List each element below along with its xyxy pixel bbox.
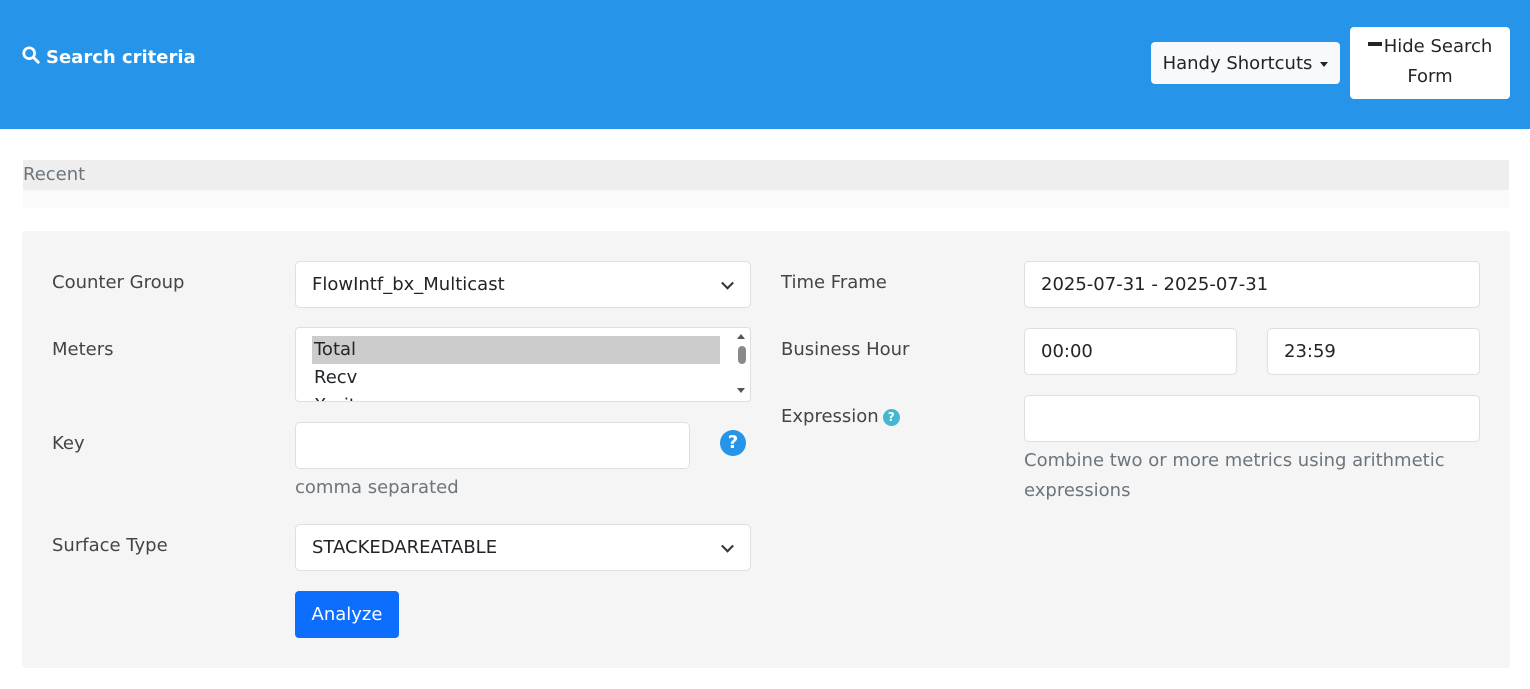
meters-multiselect[interactable]: Total Recv Xmit xyxy=(295,327,751,402)
hide-search-form-button[interactable]: Hide Search Form xyxy=(1350,27,1510,99)
surface-type-value: STACKEDAREATABLE xyxy=(312,537,498,558)
key-hint: comma separated xyxy=(295,477,459,498)
chevron-down-icon xyxy=(721,539,734,553)
minus-icon xyxy=(1367,42,1382,46)
time-frame-value: 2025-07-31 - 2025-07-31 xyxy=(1041,274,1269,295)
analyze-button[interactable]: Analyze xyxy=(295,591,399,638)
surface-type-label: Surface Type xyxy=(52,535,168,556)
key-input[interactable] xyxy=(295,422,690,469)
counter-group-label: Counter Group xyxy=(52,272,185,293)
counter-group-select[interactable]: FlowIntf_bx_Multicast xyxy=(295,261,751,308)
expression-label-row: Expression? xyxy=(781,406,900,427)
meters-option-total[interactable]: Total xyxy=(312,336,720,364)
business-hour-start-value: 00:00 xyxy=(1041,341,1093,362)
key-label: Key xyxy=(52,433,85,454)
business-hour-start-input[interactable]: 00:00 xyxy=(1024,328,1237,375)
surface-type-select[interactable]: STACKEDAREATABLE xyxy=(295,524,751,571)
expression-label: Expression xyxy=(781,406,879,427)
business-hour-end-value: 23:59 xyxy=(1284,341,1336,362)
recent-bar: Recent xyxy=(23,160,1509,190)
question-circle-icon[interactable]: ? xyxy=(882,409,900,426)
search-icon xyxy=(22,46,40,69)
hide-search-form-label: Hide Search Form xyxy=(1383,36,1493,87)
meters-option-recv[interactable]: Recv xyxy=(312,364,720,392)
expression-input[interactable] xyxy=(1024,395,1480,442)
header-bar: Search criteria Handy Shortcuts Hide Sea… xyxy=(0,0,1530,129)
chevron-down-icon xyxy=(721,276,734,290)
search-criteria-title: Search criteria xyxy=(22,46,196,69)
business-hour-end-input[interactable]: 23:59 xyxy=(1267,328,1480,375)
scrollbar-thumb[interactable] xyxy=(738,346,746,364)
recent-list xyxy=(23,190,1509,208)
scroll-up-arrow[interactable] xyxy=(737,334,745,339)
search-criteria-label: Search criteria xyxy=(46,47,196,68)
time-frame-input[interactable]: 2025-07-31 - 2025-07-31 xyxy=(1024,261,1480,308)
expression-hint: Combine two or more metrics using arithm… xyxy=(1024,450,1445,501)
business-hour-label: Business Hour xyxy=(781,339,910,360)
recent-label: Recent xyxy=(23,164,86,185)
counter-group-value: FlowIntf_bx_Multicast xyxy=(312,274,505,295)
caret-down-icon xyxy=(1320,61,1329,67)
scroll-down-arrow[interactable] xyxy=(737,388,745,393)
handy-shortcuts-label: Handy Shortcuts xyxy=(1162,52,1313,74)
handy-shortcuts-button[interactable]: Handy Shortcuts xyxy=(1151,42,1340,84)
meters-label: Meters xyxy=(52,339,114,360)
meters-option-xmit[interactable]: Xmit xyxy=(312,392,720,401)
question-circle-icon[interactable]: ? xyxy=(720,430,746,456)
time-frame-label: Time Frame xyxy=(781,272,887,293)
